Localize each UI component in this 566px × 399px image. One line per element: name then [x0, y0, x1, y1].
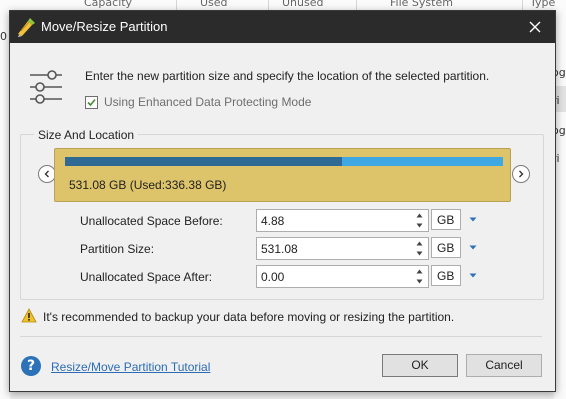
size-location-label: Size And Location — [34, 128, 139, 142]
warning-icon — [21, 308, 37, 323]
column-header-file-system: File System — [390, 0, 453, 9]
minitool-partition-icon — [18, 18, 35, 37]
unallocated-after-unit[interactable]: GB — [431, 265, 461, 286]
decrement-button[interactable] — [411, 248, 428, 258]
decrement-button[interactable] — [411, 276, 428, 286]
column-separator — [356, 0, 357, 10]
caret-up-icon — [416, 269, 423, 273]
chevron-down-icon — [469, 245, 477, 250]
caret-down-icon — [416, 279, 423, 283]
increment-button[interactable] — [411, 238, 428, 248]
cancel-button[interactable]: Cancel — [466, 354, 542, 377]
unallocated-after-label: Unallocated Space After: — [80, 270, 213, 284]
dialog-titlebar[interactable]: Move/Resize Partition — [10, 11, 555, 43]
unit-dropdown-button[interactable] — [465, 265, 481, 286]
move-right-button[interactable] — [512, 165, 530, 183]
dialog-title: Move/Resize Partition — [41, 19, 168, 34]
backup-warning-text: It's recommended to backup your data bef… — [43, 310, 455, 324]
column-header-unused: Unused — [282, 0, 324, 9]
partition-size-label: 531.08 GB (Used:336.38 GB) — [69, 178, 227, 192]
partition-capacity-track — [65, 157, 503, 166]
sliders-icon — [30, 70, 62, 104]
unallocated-after-spinner — [256, 265, 429, 288]
partition-size-spinner — [256, 237, 429, 260]
chevron-right-icon — [519, 170, 524, 178]
column-separator — [176, 0, 177, 10]
help-icon[interactable]: ? — [21, 356, 41, 376]
column-header-type: Type — [530, 0, 556, 9]
close-icon — [529, 21, 541, 33]
chevron-left-icon — [44, 170, 49, 178]
caret-up-icon — [416, 241, 423, 245]
tutorial-link[interactable]: Resize/Move Partition Tutorial — [51, 360, 210, 374]
column-header-capacity: Capacity — [84, 0, 133, 9]
move-resize-dialog: Move/Resize Partition Enter the new part… — [9, 10, 556, 392]
enhanced-mode-checkbox[interactable] — [85, 95, 98, 109]
chevron-down-icon — [469, 273, 477, 278]
unallocated-after-input[interactable] — [257, 266, 407, 287]
partition-used-fill — [65, 157, 343, 166]
increment-button[interactable] — [411, 266, 428, 276]
unallocated-before-label: Unallocated Space Before: — [80, 214, 223, 228]
caret-down-icon — [416, 223, 423, 227]
partition-size-field-label: Partition Size: — [80, 242, 155, 256]
partition-size-unit[interactable]: GB — [431, 237, 461, 258]
unallocated-before-unit[interactable]: GB — [431, 209, 461, 230]
column-separator — [268, 0, 269, 10]
intro-text: Enter the new partition size and specify… — [85, 69, 490, 83]
checkmark-icon — [87, 98, 96, 106]
column-header-used: Used — [200, 0, 228, 9]
enhanced-mode-option[interactable]: Using Enhanced Data Protecting Mode — [85, 95, 311, 109]
column-separator — [522, 0, 523, 10]
partition-size-input[interactable] — [257, 238, 407, 259]
decrement-button[interactable] — [411, 220, 428, 230]
caret-up-icon — [416, 213, 423, 217]
unallocated-before-spinner — [256, 209, 429, 232]
partition-bar[interactable]: 531.08 GB (Used:336.38 GB) — [54, 148, 511, 202]
unallocated-before-input[interactable] — [257, 210, 407, 231]
unit-dropdown-button[interactable] — [465, 209, 481, 230]
enhanced-mode-label: Using Enhanced Data Protecting Mode — [104, 95, 312, 109]
footer-divider — [20, 336, 542, 337]
unit-dropdown-button[interactable] — [465, 237, 481, 258]
ok-button[interactable]: OK — [382, 354, 458, 377]
chevron-down-icon — [469, 217, 477, 222]
increment-button[interactable] — [411, 210, 428, 220]
background-left-fragment: 0 — [0, 30, 7, 43]
caret-down-icon — [416, 251, 423, 255]
close-button[interactable] — [515, 11, 555, 43]
